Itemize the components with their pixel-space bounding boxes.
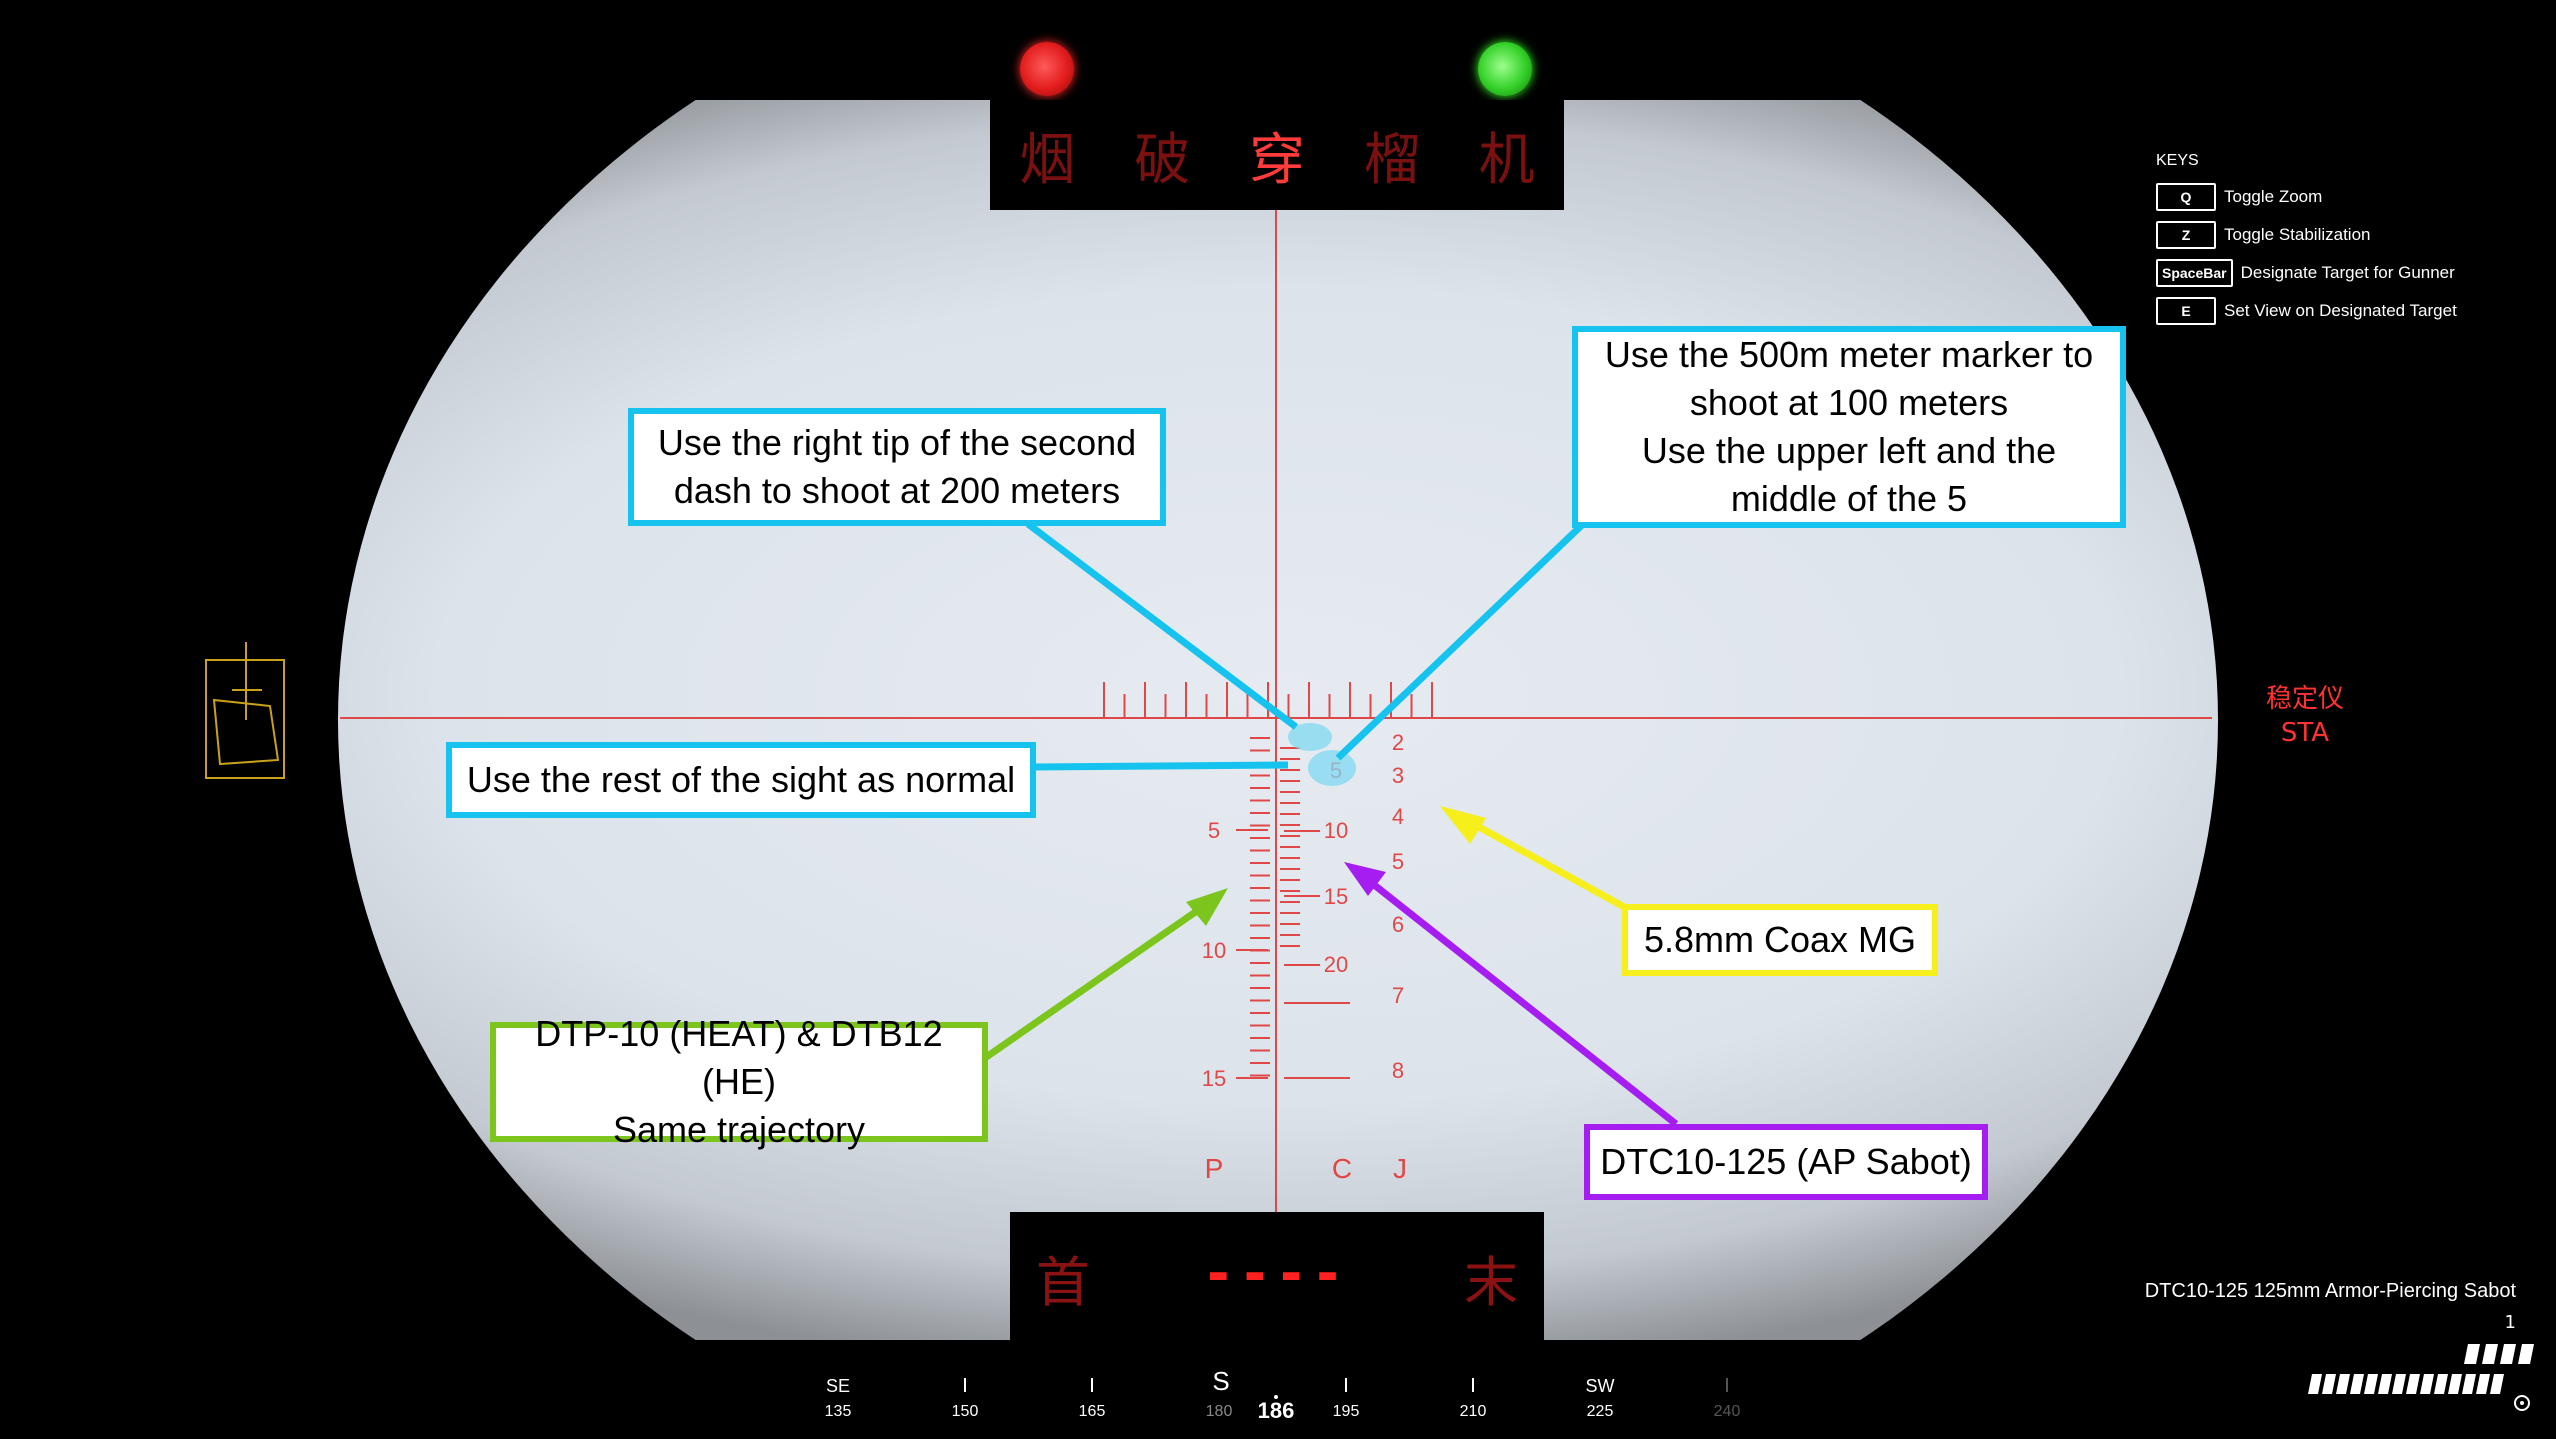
green-indicator-lamp: [1478, 42, 1532, 96]
key-action: Designate Target for Gunner: [2240, 263, 2455, 282]
ammo-belt-icon: [2308, 1344, 2534, 1394]
callout-rest-leader: [1033, 761, 1289, 771]
rangefinder-first-label: 首: [1036, 1251, 1090, 1314]
compass-degree: 210: [1460, 1403, 1487, 1420]
key-row-zoom: Q Toggle Zoom: [2156, 183, 2457, 211]
red-indicator-lamp: [1020, 42, 1074, 96]
coax-range-label: 5: [1392, 849, 1404, 874]
coax-range-label: 8: [1392, 1058, 1404, 1083]
ammo-round-icon: [2308, 1374, 2322, 1394]
ammo-he[interactable]: 榴: [1364, 115, 1420, 196]
coax-range-label: 2: [1392, 730, 1404, 755]
compass-cardinal: SW: [1586, 1376, 1615, 1396]
compass-degree: 225: [1587, 1403, 1614, 1420]
ammo-round-icon: [2392, 1374, 2406, 1394]
callout-ap-sabot: DTC10-125 (AP Sabot): [1584, 1124, 1988, 1200]
ammo-round-icon: [2406, 1374, 2420, 1394]
column-letter: C: [1332, 1153, 1352, 1184]
compass-degree: 180: [1206, 1403, 1233, 1420]
ammo-heat[interactable]: 破: [1134, 115, 1190, 196]
heat-range-label: 15: [1202, 1066, 1226, 1091]
compass-cardinal: SE: [826, 1376, 850, 1396]
compass-degree: 150: [952, 1403, 979, 1420]
current-ammo-count: 1: [2504, 1312, 2516, 1333]
ammo-round-icon: [2490, 1374, 2504, 1394]
compass-strip: SE 135 150 165 S 180 195 210 SW 225 240 186: [825, 1366, 1741, 1423]
coax-range-label: 7: [1392, 983, 1404, 1008]
stabilizer-en: STA: [2280, 718, 2330, 748]
compass-heading: 186: [1258, 1398, 1295, 1423]
500m-marker-highlight: [1308, 750, 1356, 786]
keys-title: KEYS: [2156, 152, 2199, 169]
key-row-designate: SpaceBar Designate Target for Gunner: [2156, 259, 2457, 287]
keys-legend: KEYS Q Toggle Zoom Z Toggle Stabilizatio…: [2156, 152, 2457, 336]
rangefinder-panel: 首 ---- 末: [1010, 1212, 1544, 1342]
compass-degree: 240: [1714, 1403, 1741, 1420]
current-ammo-name: DTC10-125 125mm Armor-Piercing Sabot: [2144, 1280, 2516, 1302]
sabot-range-label: 15: [1324, 884, 1348, 909]
callout-coax-mg: 5.8mm Coax MG: [1622, 904, 1938, 976]
stabilizer-cn: 稳定仪: [2265, 684, 2344, 714]
heat-range-label: 10: [1202, 938, 1226, 963]
keycap-z: Z: [2156, 221, 2216, 249]
ammo-round-icon: [2500, 1344, 2516, 1364]
ammo-round-icon: [2462, 1374, 2476, 1394]
keycap-q: Q: [2156, 183, 2216, 211]
ammo-round-icon: [2434, 1374, 2448, 1394]
ammo-round-icon: [2420, 1374, 2434, 1394]
sabot-range-label: 20: [1324, 952, 1348, 977]
key-row-view: E Set View on Designated Target: [2156, 297, 2457, 325]
compass-degree: 135: [825, 1403, 852, 1420]
key-action: Toggle Zoom: [2224, 187, 2323, 206]
coax-range-label: 6: [1392, 912, 1404, 937]
ammo-round-icon: [2476, 1374, 2490, 1394]
keycap-spacebar: SpaceBar: [2156, 259, 2233, 287]
ammo-round-icon: [2364, 1374, 2378, 1394]
ammo-round-icon: [2336, 1374, 2350, 1394]
ammo-round-icon: [2448, 1374, 2462, 1394]
compass-cardinal-main: S: [1212, 1366, 1229, 1396]
ammo-sabot-active[interactable]: 穿: [1249, 115, 1305, 196]
ammo-round-icon: [2378, 1374, 2392, 1394]
settings-icon-dot: [2520, 1401, 2524, 1405]
callout-rest-normal: Use the rest of the sight as normal: [446, 742, 1036, 818]
callout-100m: Use the 500m meter marker to shoot at 10…: [1572, 326, 2126, 528]
ammo-round-icon: [2322, 1374, 2336, 1394]
rangefinder-last-label: 末: [1464, 1251, 1518, 1314]
ammo-round-icon: [2518, 1344, 2534, 1364]
callout-200m: Use the right tip of the second dash to …: [628, 408, 1166, 526]
ammo-round-icon: [2482, 1344, 2498, 1364]
rangefinder-readout: ----: [1207, 1242, 1353, 1305]
compass-degree: 165: [1079, 1403, 1106, 1420]
key-action: Set View on Designated Target: [2224, 301, 2457, 320]
heat-range-label: 5: [1208, 818, 1220, 843]
ammo-round-icon: [2464, 1344, 2480, 1364]
callout-heat-he: DTP-10 (HEAT) & DTB12 (HE) Same trajecto…: [490, 1013, 988, 1150]
coax-range-label: 3: [1392, 763, 1404, 788]
coax-range-label: 4: [1392, 804, 1404, 829]
stabilizer-indicator: 稳定仪 STA: [2255, 682, 2355, 750]
sabot-range-label: 10: [1324, 818, 1348, 843]
column-letter: P: [1205, 1153, 1224, 1184]
compass-degree: 195: [1333, 1403, 1360, 1420]
key-action: Toggle Stabilization: [2224, 225, 2371, 244]
turret-orientation-indicator: [205, 642, 285, 779]
ammo-round-icon: [2350, 1374, 2364, 1394]
keycap-e: E: [2156, 297, 2216, 325]
compass-heading-dot: [1274, 1395, 1278, 1399]
ammo-smoke[interactable]: 烟: [1019, 115, 1075, 196]
column-letter: J: [1393, 1153, 1407, 1184]
key-row-stabilization: Z Toggle Stabilization: [2156, 221, 2457, 249]
ammo-selector-panel: 烟 破 穿 榴 机: [990, 100, 1564, 210]
ammo-mg[interactable]: 机: [1479, 115, 1535, 196]
